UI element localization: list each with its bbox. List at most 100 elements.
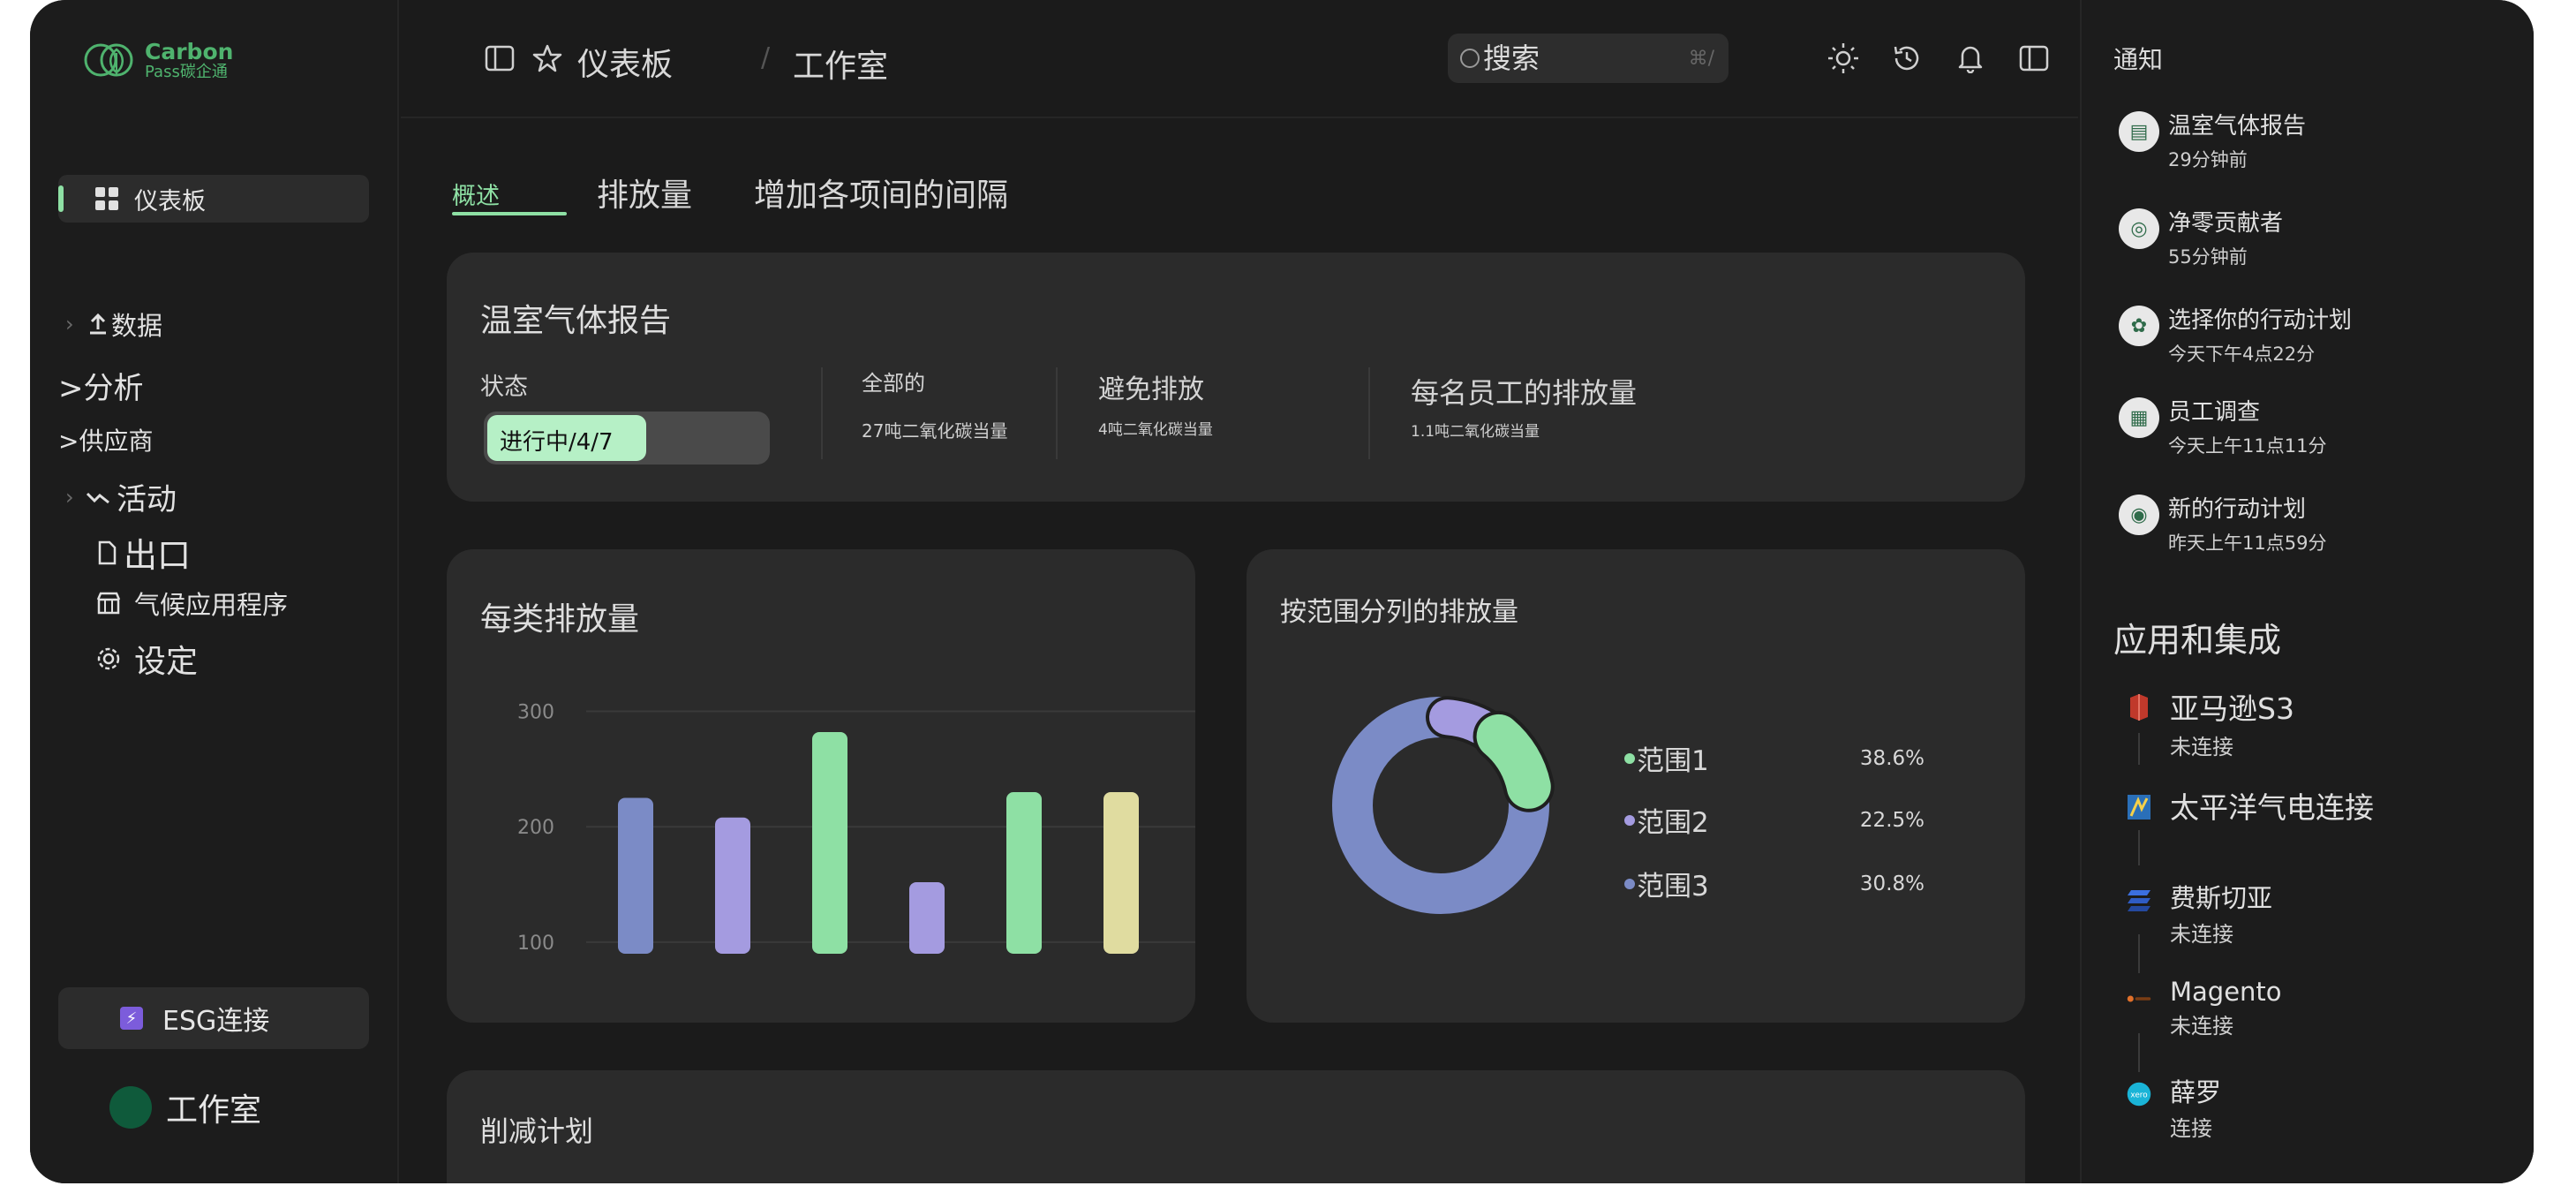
svg-text:xero: xero (2130, 1091, 2147, 1100)
notification-item[interactable]: ◎ 净零贡献者 55分钟前 (2119, 205, 2283, 269)
emissions-by-scope-card: 按范围分列的排放量 范围1 38.6% 范围2 22.5% 范围3 30.8% (1247, 549, 2025, 1023)
tab-emissions[interactable]: 排放量 (597, 170, 692, 215)
bar[interactable] (715, 817, 750, 954)
y-tick-label: 200 (517, 817, 554, 839)
app-name: Magento (2170, 977, 2282, 1007)
bar[interactable] (909, 881, 945, 954)
app-item-pacific-gas[interactable]: 太平洋气电连接 (2126, 784, 2374, 828)
legend-scope1: 范围1 38.6% (1624, 738, 1924, 778)
magento-icon (2126, 984, 2152, 1014)
stat-avoided-label: 避免排放 (1098, 374, 1204, 405)
sidebar-toggle-icon[interactable] (482, 41, 517, 76)
sidebar-item-label: >供应商 (58, 427, 154, 456)
tab-active-underline (452, 212, 567, 215)
ghg-report-card: 温室气体报告 状态 进行中/4/7 全部的 27吨二氧化碳当量 避免排放 4吨二… (447, 253, 2025, 502)
stat-per-employee-label: 每名员工的排放量 (1411, 376, 1638, 410)
bell-icon[interactable] (1953, 41, 1988, 76)
sidebar-item-dashboard[interactable]: 仪表板 (58, 175, 369, 223)
bar[interactable] (812, 732, 847, 954)
notification-title: 温室气体报告 (2168, 113, 2307, 140)
history-icon[interactable] (1889, 41, 1924, 76)
notification-item[interactable]: ◉ 新的行动计划 昨天上午11点59分 (2119, 491, 2326, 555)
reduction-plan-card: 削减计划 (447, 1070, 2025, 1183)
bar[interactable] (1103, 792, 1139, 954)
search-input[interactable] (1483, 42, 1660, 75)
esg-connect-label: ESG连接 (162, 1006, 270, 1037)
sidebar-item-analysis[interactable]: >分析 (58, 364, 144, 407)
star-icon[interactable] (530, 41, 565, 76)
divider (1056, 367, 1058, 459)
globe-icon: ◎ (2119, 208, 2159, 249)
notification-time: 今天下午4点22分 (2168, 344, 2316, 365)
status-value: 进行中/4/7 (500, 429, 614, 456)
sidebar-item-settings[interactable]: 设定 (95, 636, 198, 682)
chevron-right-icon: › (65, 312, 74, 336)
legend-scope2: 范围2 22.5% (1624, 800, 1924, 840)
lightning-icon: ⚡ (120, 1007, 143, 1030)
sun-icon[interactable] (1826, 41, 1861, 76)
legend-name: 范围1 (1637, 745, 1709, 777)
notification-time: 29分钟前 (2168, 149, 2248, 170)
search-box[interactable]: ⌘/ (1448, 34, 1729, 83)
search-shortcut: ⌘/ (1688, 47, 1714, 70)
upload-icon (85, 311, 111, 337)
sidebar-item-suppliers[interactable]: >供应商 (58, 422, 153, 457)
connector-line (2138, 830, 2140, 865)
sidebar-item-climate-apps[interactable]: 气候应用程序 (95, 585, 288, 622)
app-item-amazon-s3[interactable]: 亚马逊S3 未连接 (2126, 685, 2294, 760)
notification-title: 净零贡献者 (2168, 210, 2284, 237)
brand-logo[interactable]: Carbon Pass碳企通 (83, 37, 233, 83)
bar[interactable] (618, 797, 653, 954)
bar[interactable] (1006, 792, 1042, 954)
trend-icon (85, 484, 111, 510)
notification-time: 昨天上午11点59分 (2168, 533, 2327, 554)
y-tick-label: 300 (517, 702, 554, 724)
notification-title: 选择你的行动计划 (2168, 307, 2353, 334)
legend-name: 范围2 (1637, 807, 1709, 839)
right-panel: 通知 ▤ 温室气体报告 29分钟前 ◎ 净零贡献者 55分钟前 ✿ 选择你的行动… (2080, 0, 2534, 1183)
breadcrumb-workspace[interactable]: 工作室 (793, 41, 888, 87)
legend-scope3: 范围3 30.8% (1624, 864, 1924, 903)
app-status: 连接 (2170, 1116, 2212, 1141)
topbar: 仪表板 / 工作室 ⌘/ (401, 0, 2078, 118)
legend-percent: 38.6% (1859, 746, 1924, 770)
sidebar-item-data[interactable]: › 数据 (65, 306, 162, 343)
tab-spacing[interactable]: 增加各项间的间隔 (754, 170, 1008, 215)
donut-chart (1332, 696, 1555, 914)
file-icon (94, 540, 120, 566)
brand-line2: Pass碳企通 (145, 62, 228, 81)
notification-item[interactable]: ▤ 温室气体报告 29分钟前 (2119, 108, 2306, 172)
tab-overview[interactable]: 概述 (452, 177, 500, 211)
notification-item[interactable]: ✿ 选择你的行动计划 今天下午4点22分 (2119, 302, 2352, 366)
sidebar: Carbon Pass碳企通 仪表板 › 数据 >分析 >供应商 › 活动 出口… (30, 0, 399, 1183)
active-indicator (58, 185, 64, 212)
card-title: 削减计划 (480, 1114, 594, 1148)
divider (1368, 367, 1370, 459)
sidebar-item-export[interactable]: 出口 (94, 528, 191, 577)
breadcrumb-dashboard[interactable]: 仪表板 (577, 39, 673, 85)
stat-total-label: 全部的 (862, 371, 925, 396)
sidebar-item-label: 气候应用程序 (134, 590, 289, 620)
workspace-switcher[interactable]: 工作室 (109, 1084, 261, 1130)
app-item-xero[interactable]: xero 薛罗 连接 (2126, 1072, 2221, 1142)
legend-percent: 30.8% (1859, 872, 1924, 895)
panel-toggle-icon[interactable] (2016, 41, 2052, 76)
app-item-fischia[interactable]: 费斯切亚 未连接 (2126, 878, 2272, 948)
sidebar-item-activity[interactable]: › 活动 (65, 475, 177, 518)
status-progress-bar: 进行中/4/7 (484, 412, 770, 465)
sidebar-item-label: 仪表板 (134, 187, 206, 215)
esg-connect-button[interactable]: ⚡ ESG连接 (58, 987, 369, 1049)
emissions-by-category-card: 每类排放量 300 200 100 (447, 549, 1195, 1023)
survey-icon: ▦ (2119, 397, 2159, 438)
chevron-right-icon: › (65, 484, 74, 510)
app-status: 未连接 (2170, 735, 2233, 759)
notification-item[interactable]: ▦ 员工调查 今天上午11点11分 (2119, 394, 2326, 458)
stat-per-employee-value: 1.1吨二氧化碳当量 (1411, 423, 1540, 441)
gear-icon (95, 646, 122, 672)
notification-time: 55分钟前 (2168, 246, 2248, 268)
app-item-magento[interactable]: Magento 未连接 (2126, 977, 2282, 1039)
card-title: 按范围分列的排放量 (1280, 597, 1518, 628)
divider (821, 367, 823, 459)
status-label: 状态 (480, 374, 528, 401)
stat-total-value: 27吨二氧化碳当量 (862, 420, 1008, 442)
